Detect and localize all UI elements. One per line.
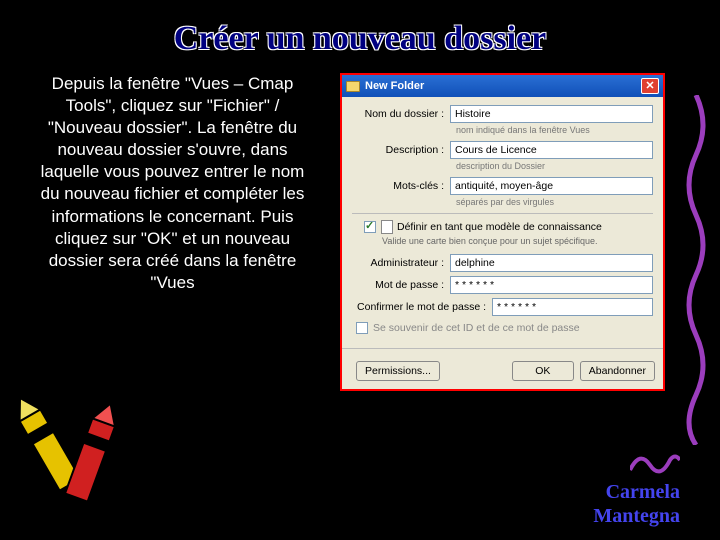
instructions-text: Depuis la fenêtre "Vues – Cmap Tools", c… bbox=[0, 73, 335, 391]
folder-name-input[interactable] bbox=[450, 105, 653, 123]
new-folder-dialog: New Folder ✕ Nom du dossier : nom indiqu… bbox=[340, 73, 665, 391]
close-button[interactable]: ✕ bbox=[641, 78, 659, 94]
admin-label: Administrateur : bbox=[352, 257, 450, 269]
dialog-buttons: Permissions... OK Abandonner bbox=[342, 355, 663, 389]
squiggle-decoration bbox=[682, 95, 710, 445]
squiggle-small-decoration bbox=[630, 445, 680, 475]
password-input[interactable] bbox=[450, 276, 653, 294]
crayons-decoration bbox=[10, 370, 130, 510]
remember-checkbox-label: Se souvenir de cet ID et de ce mot de pa… bbox=[373, 322, 580, 334]
keywords-hint: séparés par des virgules bbox=[456, 197, 653, 207]
separator bbox=[352, 213, 653, 214]
content-row: Depuis la fenêtre "Vues – Cmap Tools", c… bbox=[0, 73, 720, 391]
cancel-button[interactable]: Abandonner bbox=[580, 361, 655, 381]
admin-input[interactable] bbox=[450, 254, 653, 272]
dialog-body: Nom du dossier : nom indiqué dans la fen… bbox=[342, 97, 663, 342]
description-label: Description : bbox=[352, 144, 450, 156]
remember-checkbox[interactable] bbox=[356, 322, 368, 334]
page-title: Créer un nouveau dossier bbox=[0, 0, 720, 58]
description-hint: description du Dossier bbox=[456, 161, 653, 171]
model-sub-label: Valide une carte bien conçue pour un suj… bbox=[382, 236, 653, 246]
description-input[interactable] bbox=[450, 141, 653, 159]
folder-name-hint: nom indiqué dans la fenêtre Vues bbox=[456, 125, 653, 135]
keywords-input[interactable] bbox=[450, 177, 653, 195]
confirm-password-input[interactable] bbox=[492, 298, 653, 316]
model-checkbox-label: Définir en tant que modèle de connaissan… bbox=[397, 221, 602, 233]
dialog-titlebar: New Folder ✕ bbox=[342, 75, 663, 97]
dialog-title: New Folder bbox=[365, 80, 641, 92]
ok-button[interactable]: OK bbox=[512, 361, 574, 381]
keywords-label: Mots-clés : bbox=[352, 180, 450, 192]
model-checkbox[interactable] bbox=[364, 221, 376, 233]
page-icon bbox=[381, 220, 393, 234]
permissions-button[interactable]: Permissions... bbox=[356, 361, 440, 381]
folder-name-label: Nom du dossier : bbox=[352, 108, 450, 120]
separator-2 bbox=[342, 348, 663, 349]
folder-icon bbox=[346, 81, 360, 92]
author-credit: Carmela Mantegna bbox=[593, 480, 680, 528]
password-label: Mot de passe : bbox=[352, 279, 450, 291]
confirm-password-label: Confirmer le mot de passe : bbox=[352, 301, 492, 313]
